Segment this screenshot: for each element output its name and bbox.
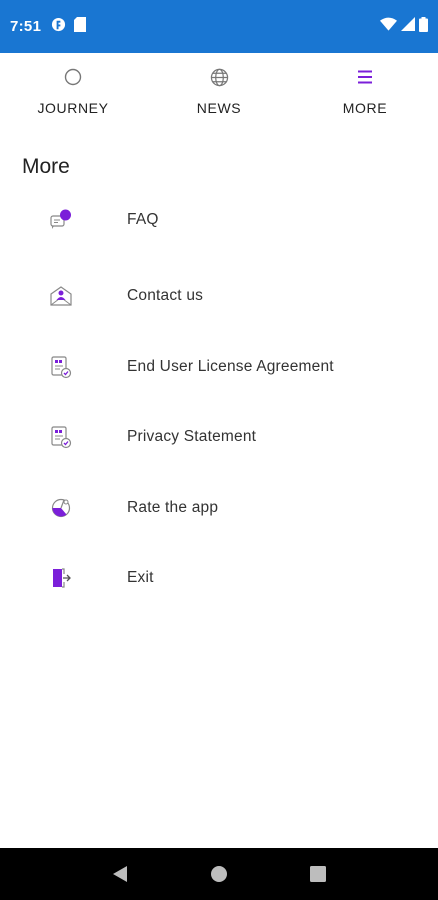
- menu-item-label: FAQ: [127, 211, 159, 228]
- back-icon[interactable]: [108, 862, 132, 886]
- document-check-icon: [48, 354, 74, 380]
- page-title: More: [22, 155, 70, 178]
- menu-item-contact-us[interactable]: Contact us: [0, 268, 438, 324]
- status-bar: 7:51: [0, 0, 438, 53]
- status-system-icons: [380, 16, 428, 37]
- battery-icon: [419, 16, 428, 37]
- exit-door-icon: [48, 565, 74, 591]
- menu-item-label: End User License Agreement: [127, 358, 334, 375]
- menu-item-exit[interactable]: Exit: [0, 550, 438, 606]
- tab-journey[interactable]: JOURNEY: [0, 53, 146, 125]
- tab-news[interactable]: NEWS: [146, 53, 292, 125]
- circle-icon: [62, 66, 84, 88]
- document-check-icon: [48, 424, 74, 450]
- menu-item-rate-the-app[interactable]: Rate the app: [0, 480, 438, 536]
- envelope-person-icon: [48, 283, 74, 309]
- globe-icon: [208, 66, 230, 88]
- menu-item-faq[interactable]: FAQ: [0, 192, 438, 248]
- status-time: 7:51: [10, 18, 42, 35]
- chat-bubbles-icon: [48, 207, 74, 233]
- menu-item-label: Privacy Statement: [127, 428, 257, 445]
- menu-item-label: Rate the app: [127, 499, 219, 516]
- recents-icon[interactable]: [306, 862, 330, 886]
- menu-icon: [354, 66, 376, 88]
- system-navigation-bar: [0, 848, 438, 900]
- tab-more-label: MORE: [342, 100, 388, 116]
- menu-item-label: Contact us: [127, 287, 204, 304]
- menu-item-privacy-statement[interactable]: Privacy Statement: [0, 409, 438, 465]
- tab-journey-label: JOURNEY: [37, 100, 109, 116]
- rating-icon: [48, 495, 74, 521]
- home-icon[interactable]: [207, 862, 231, 886]
- signal-icon: [401, 17, 415, 36]
- status-notification-icons: [51, 16, 87, 37]
- wifi-icon: [380, 17, 397, 36]
- tab-more[interactable]: MORE: [292, 53, 438, 125]
- menu-item-label: Exit: [127, 569, 154, 586]
- sd-card-icon: [74, 16, 87, 37]
- app-notification-icon: [51, 17, 66, 37]
- top-tab-bar: JOURNEY NEWS MORE: [0, 53, 438, 125]
- tab-news-label: NEWS: [196, 100, 242, 116]
- menu-item-eula[interactable]: End User License Agreement: [0, 339, 438, 395]
